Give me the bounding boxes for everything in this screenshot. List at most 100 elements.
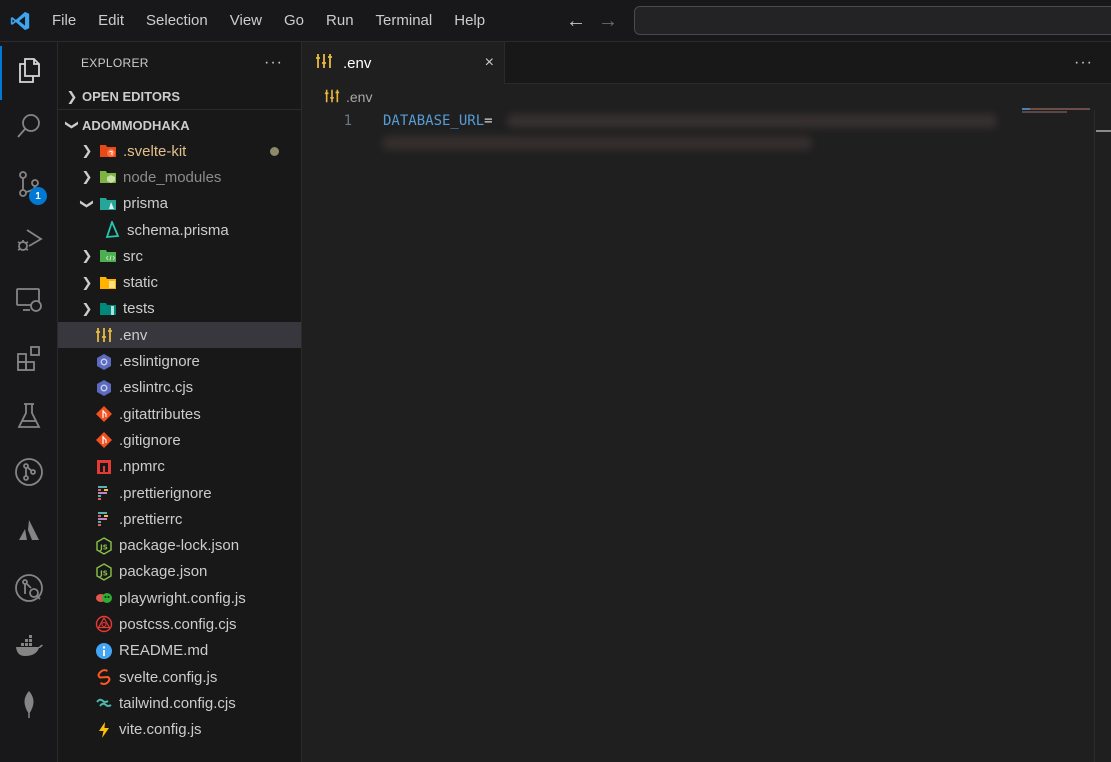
static-folder-icon bbox=[99, 274, 117, 292]
tree-file[interactable]: .prettierignore bbox=[58, 480, 301, 506]
activity-testing[interactable] bbox=[0, 390, 58, 442]
activity-extensions[interactable] bbox=[0, 332, 58, 384]
breadcrumb: .env bbox=[302, 84, 1111, 110]
more-actions-icon[interactable]: ··· bbox=[264, 54, 283, 72]
editor-more-actions-icon[interactable]: ··· bbox=[1074, 42, 1093, 84]
menu-terminal[interactable]: Terminal bbox=[365, 0, 444, 42]
activity-mongodb[interactable] bbox=[0, 678, 58, 730]
tree-file[interactable]: postcss.config.cjs bbox=[58, 611, 301, 637]
playwright-icon bbox=[95, 589, 113, 607]
navigation-controls: ← → bbox=[566, 0, 618, 42]
tree-file[interactable]: .npmrc bbox=[58, 454, 301, 480]
docker-icon bbox=[16, 635, 43, 656]
tree-item-label: .prettierignore bbox=[119, 484, 212, 502]
prisma-icon bbox=[103, 221, 121, 239]
gitlens-inspect-icon bbox=[15, 574, 43, 602]
tree-file[interactable]: playwright.config.js bbox=[58, 585, 301, 611]
menu-view[interactable]: View bbox=[219, 0, 273, 42]
activity-atlassian[interactable] bbox=[0, 504, 58, 556]
menu-bar: File Edit Selection View Go Run Terminal… bbox=[40, 0, 496, 41]
tree-file[interactable]: .eslintignore bbox=[58, 348, 301, 374]
prettier-icon bbox=[95, 510, 113, 528]
explorer-title: EXPLORER bbox=[81, 56, 149, 70]
activity-search[interactable] bbox=[0, 100, 58, 152]
nodejs-icon: JS bbox=[95, 536, 113, 555]
tree-file[interactable]: tailwind.config.cjs bbox=[58, 690, 301, 716]
tree-file[interactable]: .prettierrc bbox=[58, 506, 301, 532]
close-icon[interactable]: × bbox=[485, 54, 494, 72]
chevron-right-icon[interactable]: ❯ bbox=[79, 248, 95, 264]
tree-item-label: src bbox=[123, 247, 143, 265]
tree-file[interactable]: .gitattributes bbox=[58, 401, 301, 427]
env-icon bbox=[315, 52, 333, 75]
tree-file[interactable]: .eslintrc.cjs bbox=[58, 375, 301, 401]
tab-env[interactable]: .env × bbox=[302, 42, 505, 84]
tree-item-label: .gitignore bbox=[119, 431, 181, 449]
tree-item-label: package-lock.json bbox=[119, 537, 240, 555]
chevron-right-icon[interactable]: ❯ bbox=[79, 169, 95, 185]
activity-source-control[interactable]: 1 bbox=[0, 158, 58, 210]
redacted-line-1 bbox=[507, 114, 997, 128]
activity-run-debug[interactable] bbox=[0, 214, 58, 266]
tree-item-label: README.md bbox=[119, 642, 209, 660]
title-bar: File Edit Selection View Go Run Terminal… bbox=[0, 0, 1111, 42]
tree-file[interactable]: README.md bbox=[58, 638, 301, 664]
chevron-down-icon[interactable]: ❯ bbox=[79, 196, 95, 212]
tree-item-label: vite.config.js bbox=[119, 721, 202, 739]
chevron-right-icon[interactable]: ❯ bbox=[79, 275, 95, 291]
node-folder-icon bbox=[99, 168, 117, 186]
tree-file[interactable]: vite.config.js bbox=[58, 717, 301, 743]
activity-remote-explorer[interactable] bbox=[0, 274, 58, 326]
tree-folder[interactable]: ❯ src bbox=[58, 243, 301, 269]
minimap-value-2 bbox=[1022, 111, 1067, 113]
activity-gitlens[interactable] bbox=[0, 562, 58, 614]
tree-item-label: tailwind.config.cjs bbox=[119, 694, 236, 712]
breadcrumb-file[interactable]: .env bbox=[346, 89, 372, 105]
project-section[interactable]: ❯ ADOMMODHAKA bbox=[58, 112, 301, 138]
menu-file[interactable]: File bbox=[40, 0, 87, 42]
svg-text:JS: JS bbox=[99, 543, 108, 551]
menu-selection[interactable]: Selection bbox=[135, 0, 219, 42]
tree-folder[interactable]: ❯ tests bbox=[58, 296, 301, 322]
git-graph-icon bbox=[15, 458, 43, 486]
minimap[interactable] bbox=[1022, 108, 1092, 114]
chevron-right-icon[interactable]: ❯ bbox=[79, 301, 95, 317]
tree-item-label: .eslintrc.cjs bbox=[119, 379, 194, 397]
tree-file[interactable]: svelte.config.js bbox=[58, 664, 301, 690]
tree-file[interactable]: .env bbox=[58, 322, 301, 349]
menu-run[interactable]: Run bbox=[315, 0, 365, 42]
tree-file[interactable]: JS package-lock.json bbox=[58, 532, 301, 558]
chevron-down-icon: ❯ bbox=[65, 119, 80, 131]
menu-help[interactable]: Help bbox=[443, 0, 496, 42]
scrollbar-track[interactable] bbox=[1094, 110, 1095, 762]
tree-file[interactable]: .gitignore bbox=[58, 427, 301, 453]
activity-explorer[interactable] bbox=[0, 44, 58, 100]
tree-item-label: .gitattributes bbox=[119, 405, 201, 423]
tree-folder[interactable]: ❯ prisma bbox=[58, 191, 301, 217]
line-number: 1 bbox=[343, 113, 352, 129]
tree-item-label: .npmrc bbox=[119, 458, 165, 476]
tree-folder[interactable]: ❯ static bbox=[58, 269, 301, 295]
chevron-right-icon[interactable]: ❯ bbox=[79, 143, 95, 159]
forward-arrow-icon[interactable]: → bbox=[598, 10, 618, 33]
open-editors-label: OPEN EDITORS bbox=[82, 89, 181, 104]
eslint-icon bbox=[95, 353, 113, 371]
activity-git-graph[interactable] bbox=[0, 446, 58, 498]
scrollbar-cursor-marker bbox=[1096, 130, 1111, 132]
tree-item-label: schema.prisma bbox=[127, 221, 229, 239]
open-editors-section[interactable]: ❯ OPEN EDITORS bbox=[58, 84, 301, 110]
back-arrow-icon[interactable]: ← bbox=[566, 10, 586, 33]
menu-go[interactable]: Go bbox=[273, 0, 315, 42]
tree-folder[interactable]: ❯ .svelte-kit bbox=[58, 138, 301, 164]
env-icon bbox=[95, 326, 113, 344]
tree-folder[interactable]: ❯ node_modules bbox=[58, 164, 301, 190]
activity-docker[interactable] bbox=[0, 620, 58, 672]
menu-edit[interactable]: Edit bbox=[87, 0, 135, 42]
redacted-value bbox=[382, 114, 1002, 156]
command-center-search[interactable] bbox=[634, 6, 1111, 35]
tree-item-label: playwright.config.js bbox=[119, 589, 246, 607]
tree-file[interactable]: schema.prisma bbox=[58, 217, 301, 243]
info-icon bbox=[95, 642, 113, 660]
tree-file[interactable]: JS package.json bbox=[58, 559, 301, 585]
src-folder-icon bbox=[99, 247, 117, 265]
